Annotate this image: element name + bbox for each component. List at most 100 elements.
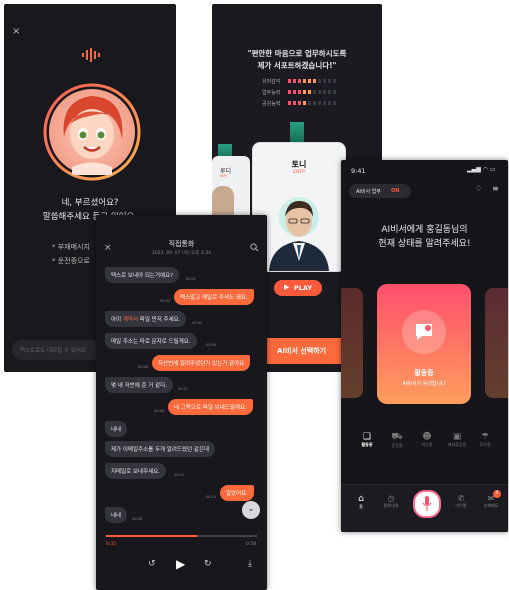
stat-segment [323,90,326,94]
chat-icon: ❏ [362,432,372,442]
message-3-highlight: 계약서 [122,317,139,323]
message-5: 자산번에 알려주셨던거 있는거 같아요 [152,355,251,371]
stat-bars [288,79,336,105]
status-icons: ▂▄▆ ◠ ▭ [467,166,496,173]
tab-label: 부재메모 [483,503,499,508]
mic-button[interactable] [413,490,441,518]
stat-segment [328,101,331,105]
message-1-time: 00:01 [186,277,197,281]
stat-humor-label: 유머감각 [262,79,281,85]
scroll-down-button[interactable]: ⌄ [242,501,260,519]
hint-bullet-1: * 부재메시지 [52,243,90,251]
home-screen: 9:41 ▂▄▆ ◠ ▭ AI비서 업무 ON ♢ ≡ AI비서에게 홍길동님의… [341,160,508,532]
status-item-label: 휴가중 [479,442,491,447]
rudy-type: INFJ [220,174,227,178]
status-item-active[interactable]: ❏ 활동중 [357,432,377,448]
stat-segment [308,79,311,83]
clock-icon: ◷ [387,494,395,503]
play-button[interactable]: ▶ PLAY [274,280,322,296]
stat-work-label: 업무능력 [262,90,281,96]
tab-dial[interactable]: ✆ 다이얼 [451,494,471,509]
tab-home[interactable]: ⌂ 홈 [351,494,371,510]
tab-label: 홈 [359,504,363,509]
message-1: 택스로 보내야 되는거예요? [105,267,180,283]
select-assistant-label: AI비서 선택하기 [277,347,327,355]
headline-line2: 현재 상태를 알려주세요! [378,239,471,249]
stat-segment [313,90,316,94]
status-card-active[interactable]: 활동중 AI비서가 응대합니다 [377,284,471,404]
bell-icon[interactable]: ♢ [475,184,482,193]
car-icon: ⛟ [391,432,403,442]
greeting-line1: 네, 부르셨어요? [61,198,119,208]
status-item-label: 미팅중 [421,442,433,447]
play-icon: ▶ [284,283,290,291]
status-item-vacation[interactable]: ☂ 휴가중 [475,432,495,448]
stat-segment [293,90,296,94]
stat-segment [333,101,336,105]
stat-segment [303,101,306,105]
stat-segment [318,79,321,83]
stat-segment [333,90,336,94]
hint-bullet-2: * 운전중으로 [52,257,90,265]
status-card-left-peek[interactable] [341,288,363,398]
stat-segment [288,101,291,105]
search-icon[interactable] [250,243,259,252]
rudy-avatar [212,186,234,216]
stat-segment [288,79,291,83]
assistant-toggle[interactable]: AI비서 업무 ON [349,184,411,198]
tony-type: ENTP [293,170,305,175]
voice-wave-icon [82,48,100,62]
stat-segment [298,101,301,105]
phone-icon: ✆ [457,494,465,503]
stat-segment [323,101,326,105]
status-item-driving[interactable]: ⛟ 운전중 [387,432,407,449]
stat-segment [318,90,321,94]
stat-segment [328,90,331,94]
stat-segment [293,101,296,105]
play-icon[interactable]: ▶ [176,557,185,571]
forward-icon[interactable]: ↻ [204,559,212,569]
rewind-icon[interactable]: ↺ [148,559,156,569]
time-current: 0:35 [106,542,117,547]
status-card-right-peek[interactable] [485,288,508,398]
toggle-label: AI비서 업무 [356,189,381,195]
transcript-title: 직접통화 [168,240,195,248]
stat-segment [288,90,291,94]
message-3-c: 파일 먼저 주세요. [138,317,181,323]
message-4: 메일 주소는 따로 문자로 드릴게요. [105,333,197,349]
status-item-meeting[interactable]: ☻ 미팅중 [417,432,437,448]
message-10-time: 00:12 [174,473,185,477]
stat-segment [308,101,311,105]
download-icon[interactable]: ⤓ [248,559,252,569]
message-9: 제가 이메일주소를 두개 알려드렸던 같은데 [105,441,216,457]
playback-track[interactable] [106,535,257,537]
assistant-avatar [43,83,141,181]
stat-segment [308,90,311,94]
home-icon: ⌂ [358,494,364,504]
text-input-placeholder: 텍스트로도 대화할 수 있어요 [20,348,86,354]
message-3: 아이 계약서 파일 먼저 주세요. [105,311,187,327]
message-3-time: 00:03 [192,321,203,325]
status-item-label: 해외출장중 [447,442,467,447]
message-7-time: 00:08 [154,409,165,413]
message-7: 네 그쪽으로 파일 보내드릴게요. [168,399,253,415]
status-item-travel[interactable]: ▣ 해외출장중 [445,432,469,448]
message-6: 몇 내 저번에 준 거 같다. [105,377,174,393]
tab-history[interactable]: ◷ 통화내역 [379,494,403,509]
status-item-label: 운전중 [391,443,403,448]
people-icon: ☻ [422,432,432,442]
card-title: 활동중 [414,369,434,377]
stat-segment [313,79,316,83]
text-input[interactable]: 텍스트로도 대화할 수 있어요 [12,340,104,360]
play-label: PLAY [294,284,313,292]
tony-name: 토니 [291,160,307,169]
headline-line1: AI비서에게 홍길동님의 [381,225,468,235]
menu-icon[interactable]: ≡ [492,184,499,193]
stat-segment [323,79,326,83]
close-icon[interactable]: × [12,26,20,37]
chat-bubble-icon [402,310,446,354]
message-10: 지메일로 보내주세요. [105,463,167,479]
stat-segment [313,101,316,105]
quote-line1: "편안한 마음으로 업무하시도록 [247,49,347,58]
message-11-time: 00:15 [206,495,217,499]
